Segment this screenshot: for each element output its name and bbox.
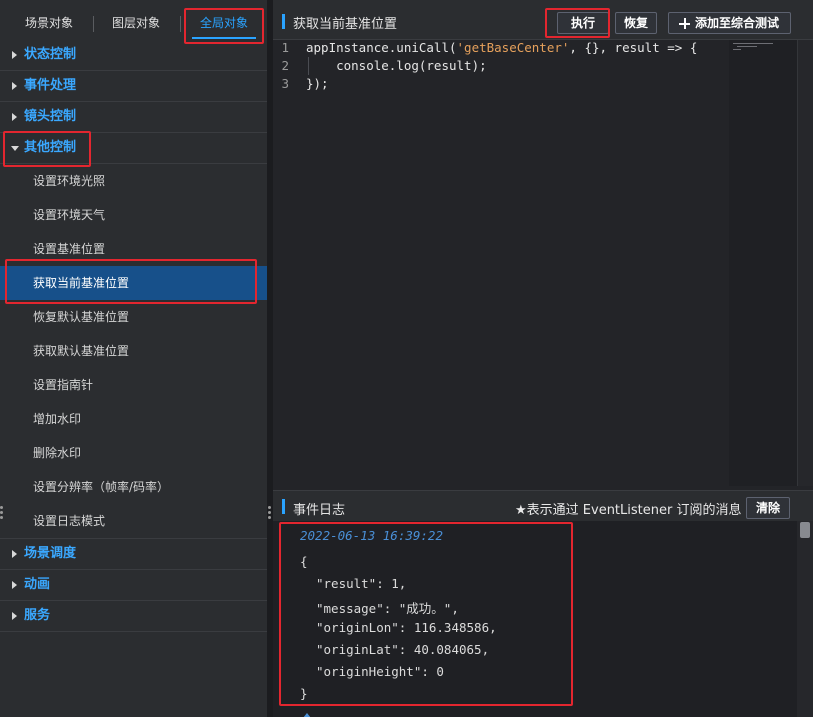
sidebar: 场景对象 图层对象 全局对象 状态控制 事件处理 镜头控制 其他控制 设置环境光… <box>0 0 267 717</box>
caret-right-icon <box>12 82 17 90</box>
plus-icon <box>679 18 690 29</box>
tab-scene-objects[interactable]: 场景对象 <box>14 10 84 36</box>
string-literal: 'getBaseCenter' <box>456 40 570 55</box>
sidebar-item-set-ambient-light[interactable]: 设置环境光照 <box>0 164 267 198</box>
code-editor-panel: 获取当前基准位置 执行 恢复 添加至综合测试 1 appInstance.uni… <box>273 0 813 490</box>
sidebar-item-get-current-base-position[interactable]: 获取当前基准位置 <box>0 266 267 300</box>
log-output: 2022-06-13 16:39:22 { "result": 1, "mess… <box>273 521 797 717</box>
sidebar-item-remove-watermark[interactable]: 删除水印 <box>0 436 267 470</box>
add-to-test-label: 添加至综合测试 <box>695 16 780 30</box>
caret-down-icon <box>11 146 19 151</box>
group-other-control[interactable]: 其他控制 <box>0 133 267 164</box>
run-button[interactable]: 执行 <box>557 12 609 34</box>
json-line: "message": "成功。", <box>316 601 459 616</box>
group-label: 事件处理 <box>24 78 77 93</box>
caret-right-icon <box>12 113 17 121</box>
grip-dots-icon[interactable] <box>0 506 3 520</box>
json-line: "originLat": 40.084065, <box>316 642 490 657</box>
log-scroll-thumb[interactable] <box>800 522 810 538</box>
code-text: }); <box>306 76 329 91</box>
restore-button[interactable]: 恢复 <box>615 12 657 34</box>
code-line: 1 appInstance.uniCall('getBaseCenter', {… <box>273 39 728 57</box>
group-service[interactable]: 服务 <box>0 601 267 632</box>
caret-up-icon <box>303 713 311 717</box>
event-log-panel: 事件日志 ★表示通过 EventListener 订阅的消息 清除 2022-0… <box>273 490 813 717</box>
sidebar-item-set-resolution[interactable]: 设置分辨率（帧率/码率） <box>0 470 267 504</box>
caret-right-icon <box>12 612 17 620</box>
line-number: 1 <box>281 40 289 55</box>
add-to-test-button[interactable]: 添加至综合测试 <box>668 12 791 34</box>
caret-right-icon <box>12 581 17 589</box>
code-text: appInstance.uniCall('getBaseCenter', {},… <box>306 40 698 55</box>
clear-button[interactable]: 清除 <box>746 497 790 519</box>
log-scrollbar[interactable] <box>797 521 813 717</box>
log-title: 事件日志 <box>293 503 346 518</box>
group-camera-control[interactable]: 镜头控制 <box>0 102 267 133</box>
code-minimap[interactable] <box>729 40 797 486</box>
tab-separator <box>93 16 94 32</box>
editor-header: 获取当前基准位置 执行 恢复 添加至综合测试 <box>273 0 813 40</box>
tab-layer-objects[interactable]: 图层对象 <box>100 10 172 36</box>
group-scene-scheduling[interactable]: 场景调度 <box>0 539 267 570</box>
editor-scrollbar[interactable] <box>797 40 813 486</box>
sidebar-tabs: 场景对象 图层对象 全局对象 <box>0 6 267 40</box>
code-line: 3 }); <box>273 75 728 93</box>
tab-global-objects[interactable]: 全局对象 <box>188 10 260 39</box>
json-line: "result": 1, <box>316 576 407 591</box>
json-line: "originLon": 116.348586, <box>316 620 497 635</box>
json-brace: } <box>300 686 308 701</box>
sidebar-item-set-base-position[interactable]: 设置基准位置 <box>0 232 267 266</box>
code-area[interactable]: 1 appInstance.uniCall('getBaseCenter', {… <box>273 40 728 486</box>
log-timestamp: 2022-06-13 16:39:22 <box>300 528 443 543</box>
title-accent-bar <box>282 14 285 29</box>
caret-right-icon <box>12 51 17 59</box>
grip-dots-icon[interactable] <box>268 506 271 520</box>
sidebar-item-restore-default-base[interactable]: 恢复默认基准位置 <box>0 300 267 334</box>
sidebar-item-set-log-mode[interactable]: 设置日志模式 <box>0 504 267 539</box>
sidebar-item-set-weather[interactable]: 设置环境天气 <box>0 198 267 232</box>
log-header: 事件日志 ★表示通过 EventListener 订阅的消息 清除 <box>273 491 813 521</box>
eventlistener-note: ★表示通过 EventListener 订阅的消息 <box>515 503 742 518</box>
tab-separator <box>180 16 181 32</box>
sidebar-tree: 状态控制 事件处理 镜头控制 其他控制 设置环境光照 设置环境天气 设置基准位置… <box>0 40 267 632</box>
group-label: 场景调度 <box>24 546 77 561</box>
group-label: 状态控制 <box>24 47 77 62</box>
title-accent-bar <box>282 499 285 514</box>
code-line: 2 console.log(result); <box>273 57 728 75</box>
group-animation[interactable]: 动画 <box>0 570 267 601</box>
group-event-handling[interactable]: 事件处理 <box>0 71 267 102</box>
group-label: 镜头控制 <box>24 109 77 124</box>
group-label: 服务 <box>24 608 51 623</box>
sidebar-item-add-watermark[interactable]: 增加水印 <box>0 402 267 436</box>
caret-right-icon <box>12 550 17 558</box>
line-number: 2 <box>281 58 289 73</box>
json-line: "originHeight": 0 <box>316 664 444 679</box>
editor-title: 获取当前基准位置 <box>293 17 398 32</box>
sidebar-item-get-default-base[interactable]: 获取默认基准位置 <box>0 334 267 368</box>
code-text: console.log(result); <box>306 58 487 73</box>
group-label: 动画 <box>24 577 51 592</box>
json-brace: { <box>300 554 308 569</box>
sidebar-item-set-compass[interactable]: 设置指南针 <box>0 368 267 402</box>
group-label: 其他控制 <box>24 140 77 155</box>
group-state-control[interactable]: 状态控制 <box>0 40 267 71</box>
line-number: 3 <box>281 76 289 91</box>
